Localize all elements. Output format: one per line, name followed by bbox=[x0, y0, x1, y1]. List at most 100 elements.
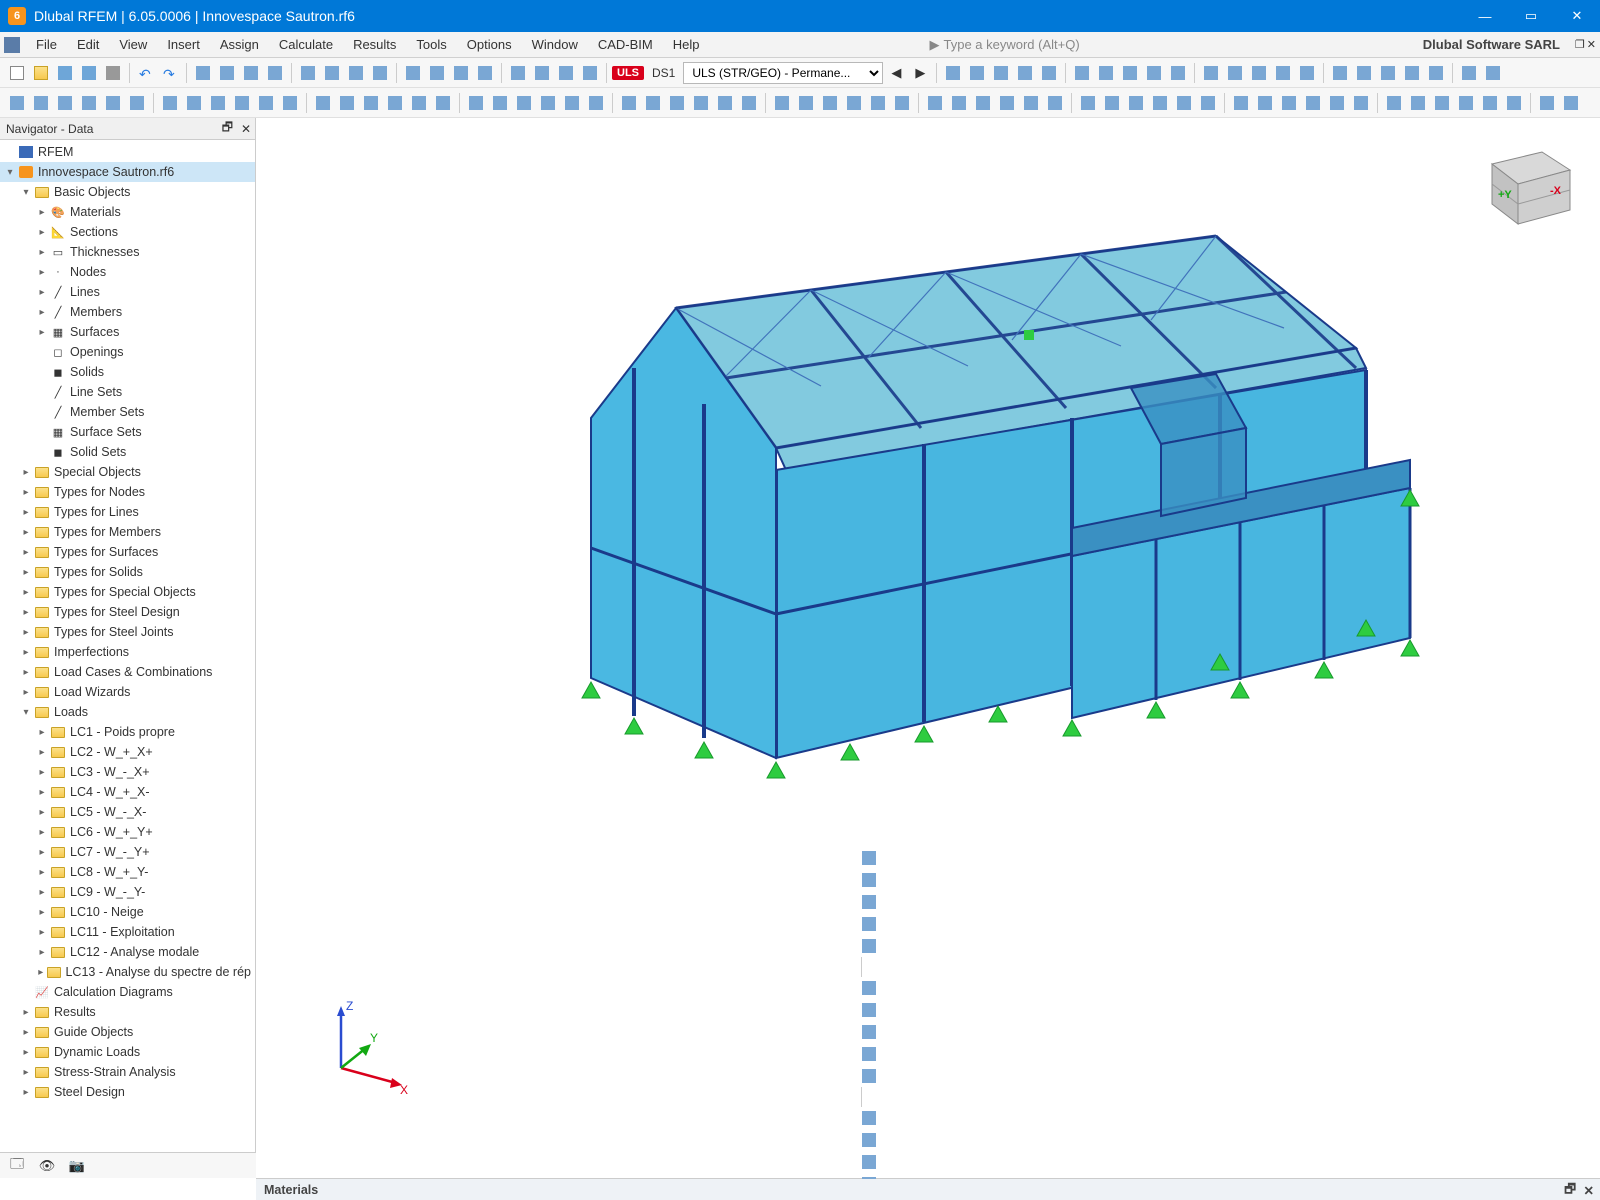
tb1-r2-icon[interactable] bbox=[990, 62, 1012, 84]
tb1-btn1-icon[interactable] bbox=[216, 62, 238, 84]
tb1-r7-icon[interactable] bbox=[1119, 62, 1141, 84]
tb2-btn16-icon[interactable] bbox=[408, 92, 430, 114]
tree-lc5[interactable]: ▸LC5 - W_-_X- bbox=[0, 802, 255, 822]
menu-calculate[interactable]: Calculate bbox=[269, 34, 343, 55]
tree-basic-solid-sets[interactable]: ◼Solid Sets bbox=[0, 442, 255, 462]
tree-lc9[interactable]: ▸LC9 - W_-_Y- bbox=[0, 882, 255, 902]
mattb-btn3-icon[interactable] bbox=[858, 913, 880, 935]
mattb-btn9-icon[interactable] bbox=[858, 1065, 880, 1087]
navigator-tree[interactable]: RFEM▾Innovespace Sautron.rf6▾Basic Objec… bbox=[0, 140, 255, 1162]
tb2-btn9-icon[interactable] bbox=[231, 92, 253, 114]
menu-view[interactable]: View bbox=[109, 34, 157, 55]
tb1-r21-icon[interactable] bbox=[1482, 62, 1504, 84]
tb-save-icon[interactable] bbox=[54, 62, 76, 84]
tree-lc11[interactable]: ▸LC11 - Exploitation bbox=[0, 922, 255, 942]
tree-lc10[interactable]: ▸LC10 - Neige bbox=[0, 902, 255, 922]
tb-open-icon[interactable] bbox=[30, 62, 52, 84]
tb2-btn56-icon[interactable] bbox=[1431, 92, 1453, 114]
tb2-btn49-icon[interactable] bbox=[1254, 92, 1276, 114]
tb2-btn57-icon[interactable] bbox=[1455, 92, 1477, 114]
tb1-r13-icon[interactable] bbox=[1272, 62, 1294, 84]
tb1-r4-icon[interactable] bbox=[1038, 62, 1060, 84]
minimize-button[interactable]: — bbox=[1462, 0, 1508, 32]
tb1-btn5-icon[interactable] bbox=[321, 62, 343, 84]
tb1-r5-icon[interactable] bbox=[1071, 62, 1093, 84]
tb2-btn5-icon[interactable] bbox=[126, 92, 148, 114]
mattb-btn2-icon[interactable] bbox=[858, 891, 880, 913]
view-cube[interactable]: +Y -X bbox=[1472, 136, 1582, 226]
tb1-btn4-icon[interactable] bbox=[297, 62, 319, 84]
tb2-btn11-icon[interactable] bbox=[279, 92, 301, 114]
tb2-btn22-icon[interactable] bbox=[561, 92, 583, 114]
tb2-btn55-icon[interactable] bbox=[1407, 92, 1429, 114]
tb1-r20-icon[interactable] bbox=[1458, 62, 1480, 84]
tree-results[interactable]: ▸Results bbox=[0, 1002, 255, 1022]
tb2-btn34-icon[interactable] bbox=[867, 92, 889, 114]
close-button[interactable]: ✕ bbox=[1554, 0, 1600, 32]
menu-options[interactable]: Options bbox=[457, 34, 522, 55]
tree-basic-materials[interactable]: ▸🎨Materials bbox=[0, 202, 255, 222]
navfoot-camera-icon[interactable]: 📷 bbox=[66, 1155, 88, 1177]
materials-pin-icon[interactable]: 🗗 bbox=[1564, 1180, 1576, 1200]
mattb-btn4-icon[interactable] bbox=[858, 935, 880, 957]
tree-calculation-diagrams[interactable]: 📈Calculation Diagrams bbox=[0, 982, 255, 1002]
tb2-btn7-icon[interactable] bbox=[183, 92, 205, 114]
tree-root[interactable]: RFEM bbox=[0, 142, 255, 162]
tb2-btn43-icon[interactable] bbox=[1101, 92, 1123, 114]
tree-basic-thicknesses[interactable]: ▸▭Thicknesses bbox=[0, 242, 255, 262]
menu-results[interactable]: Results bbox=[343, 34, 406, 55]
tb1-r6-icon[interactable] bbox=[1095, 62, 1117, 84]
tree-basic-nodes[interactable]: ▸·Nodes bbox=[0, 262, 255, 282]
tree-lc1[interactable]: ▸LC1 - Poids propre bbox=[0, 722, 255, 742]
tree-lc6[interactable]: ▸LC6 - W_+_Y+ bbox=[0, 822, 255, 842]
model-viewport[interactable]: Z X Y +Y -X bbox=[256, 118, 1600, 1178]
navfoot-views-icon[interactable]: 🗔 bbox=[6, 1155, 28, 1177]
tree-types-for-nodes[interactable]: ▸Types for Nodes bbox=[0, 482, 255, 502]
tb1-r3-icon[interactable] bbox=[1014, 62, 1036, 84]
tb-lc-next-icon[interactable]: ▶ bbox=[909, 62, 931, 84]
tree-types-for-lines[interactable]: ▸Types for Lines bbox=[0, 502, 255, 522]
tree-basic-solids[interactable]: ◼Solids bbox=[0, 362, 255, 382]
tb-lc-prev-icon[interactable]: ◀ bbox=[885, 62, 907, 84]
mattb-btn1-icon[interactable] bbox=[858, 869, 880, 891]
tree-lc8[interactable]: ▸LC8 - W_+_Y- bbox=[0, 862, 255, 882]
tb2-btn50-icon[interactable] bbox=[1278, 92, 1300, 114]
tb1-r11-icon[interactable] bbox=[1224, 62, 1246, 84]
tb2-btn52-icon[interactable] bbox=[1326, 92, 1348, 114]
tree-types-for-steel-joints[interactable]: ▸Types for Steel Joints bbox=[0, 622, 255, 642]
tb2-btn42-icon[interactable] bbox=[1077, 92, 1099, 114]
mattb-btn7-icon[interactable] bbox=[858, 1021, 880, 1043]
tb2-btn23-icon[interactable] bbox=[585, 92, 607, 114]
tb1-btn7-icon[interactable] bbox=[369, 62, 391, 84]
tb2-btn46-icon[interactable] bbox=[1173, 92, 1195, 114]
tb2-btn54-icon[interactable] bbox=[1383, 92, 1405, 114]
tb2-btn45-icon[interactable] bbox=[1149, 92, 1171, 114]
tb1-r19-icon[interactable] bbox=[1425, 62, 1447, 84]
tree-guide-objects[interactable]: ▸Guide Objects bbox=[0, 1022, 255, 1042]
tree-steel-design[interactable]: ▸Steel Design bbox=[0, 1082, 255, 1102]
tree-file[interactable]: ▾Innovespace Sautron.rf6 bbox=[0, 162, 255, 182]
tb2-btn20-icon[interactable] bbox=[513, 92, 535, 114]
tb1-btn0-icon[interactable] bbox=[192, 62, 214, 84]
mattb-btn12-icon[interactable] bbox=[858, 1151, 880, 1173]
mattb-btn8-icon[interactable] bbox=[858, 1043, 880, 1065]
tb1-btn10-icon[interactable] bbox=[450, 62, 472, 84]
tree-load-wizards[interactable]: ▸Load Wizards bbox=[0, 682, 255, 702]
tree-load-cases-combinations[interactable]: ▸Load Cases & Combinations bbox=[0, 662, 255, 682]
tb2-btn33-icon[interactable] bbox=[843, 92, 865, 114]
tb2-btn44-icon[interactable] bbox=[1125, 92, 1147, 114]
keyword-search[interactable]: ▶ Type a keyword (Alt+Q) bbox=[929, 37, 1079, 53]
tree-loads[interactable]: ▾Loads bbox=[0, 702, 255, 722]
tree-lc12[interactable]: ▸LC12 - Analyse modale bbox=[0, 942, 255, 962]
menu-cad-bim[interactable]: CAD-BIM bbox=[588, 34, 663, 55]
tb2-btn58-icon[interactable] bbox=[1479, 92, 1501, 114]
tb1-btn15-icon[interactable] bbox=[579, 62, 601, 84]
tree-basic-surface-sets[interactable]: ▦Surface Sets bbox=[0, 422, 255, 442]
tb2-btn35-icon[interactable] bbox=[891, 92, 913, 114]
maximize-button[interactable]: ▭ bbox=[1508, 0, 1554, 32]
mattb-btn11-icon[interactable] bbox=[858, 1129, 880, 1151]
tb1-r0-icon[interactable] bbox=[942, 62, 964, 84]
tb2-btn29-icon[interactable] bbox=[738, 92, 760, 114]
tb2-btn59-icon[interactable] bbox=[1503, 92, 1525, 114]
tb2-btn37-icon[interactable] bbox=[948, 92, 970, 114]
